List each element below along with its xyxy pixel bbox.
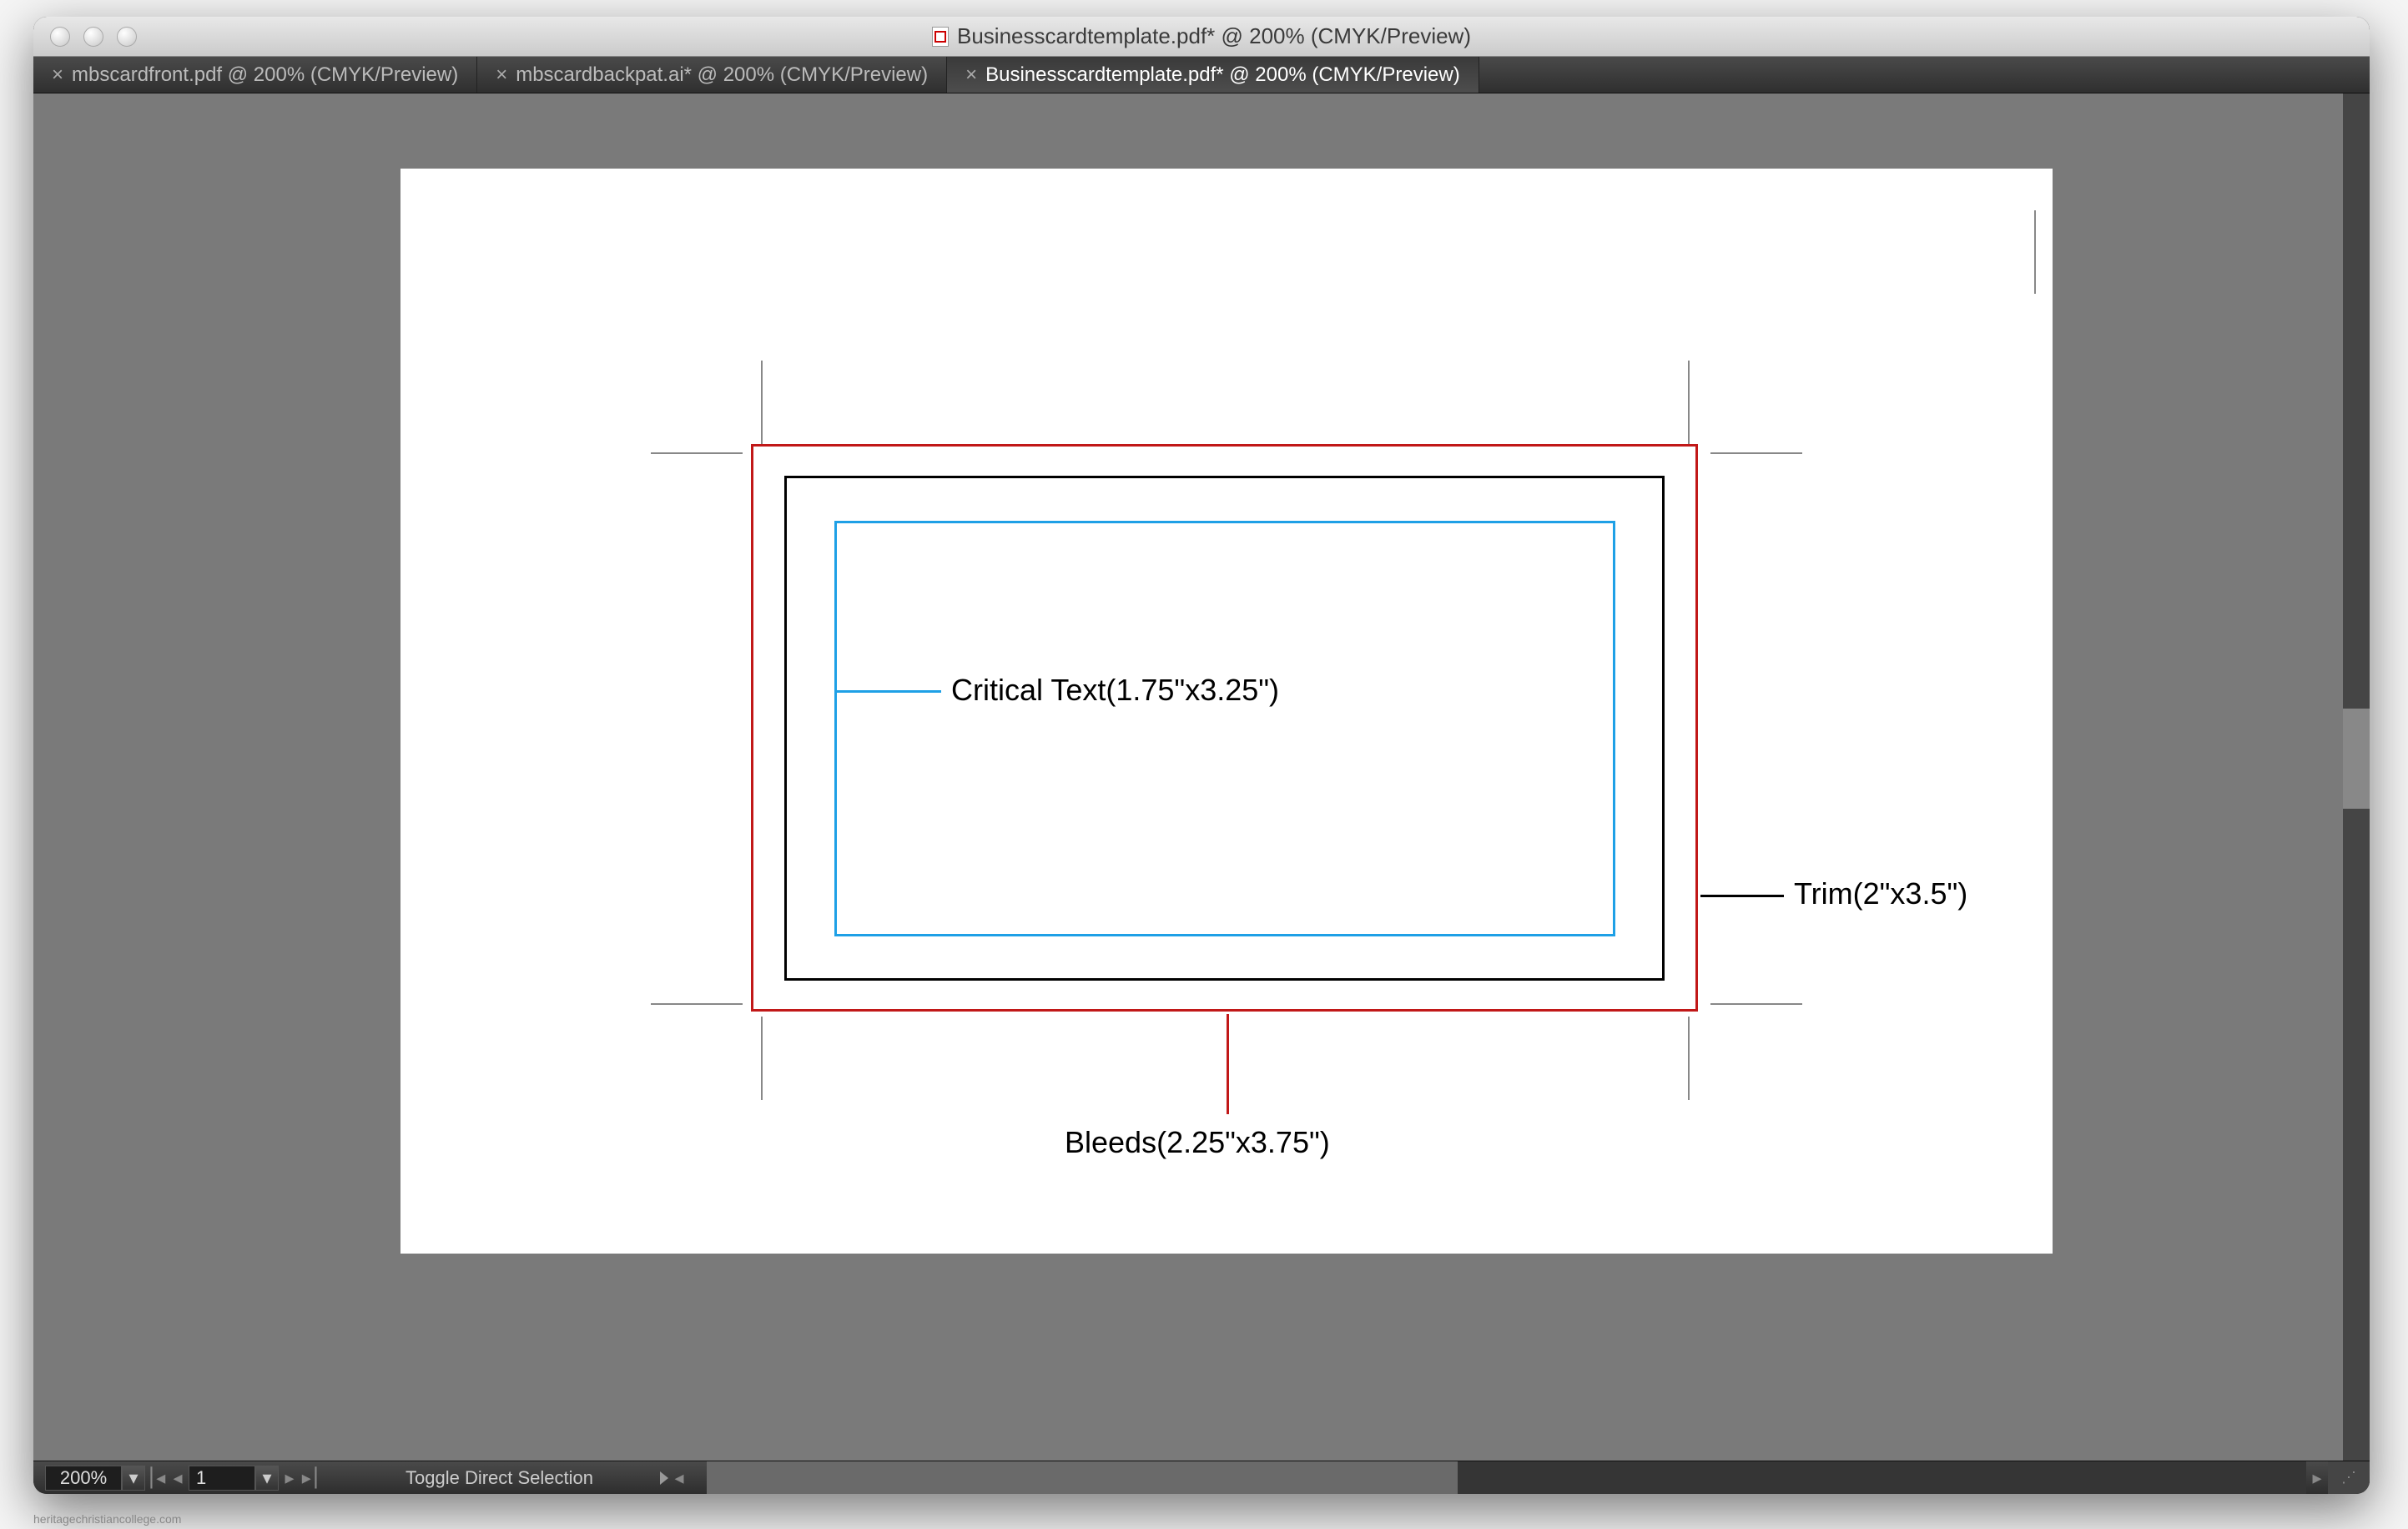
crop-mark xyxy=(651,452,743,454)
zoom-dropdown-button[interactable]: ▾ xyxy=(122,1466,145,1491)
crop-mark xyxy=(761,1017,763,1100)
tab-label: mbscardfront.pdf @ 200% (CMYK/Preview) xyxy=(72,63,458,87)
window-title-text: Businesscardtemplate.pdf* @ 200% (CMYK/P… xyxy=(957,23,1471,49)
chevron-down-icon: ▾ xyxy=(128,1467,138,1489)
watermark-text: heritagechristiancollege.com xyxy=(33,1512,181,1526)
crop-mark xyxy=(1688,1017,1690,1100)
callout-line xyxy=(1227,1014,1229,1114)
canvas-viewport[interactable]: Critical Text(1.75"x3.25") Trim(2"x3.5")… xyxy=(33,93,2370,1461)
page-number-field[interactable]: 1 xyxy=(189,1466,255,1491)
critical-text-box xyxy=(834,521,1615,936)
page-dropdown-button[interactable]: ▾ xyxy=(255,1466,279,1491)
app-window: Businesscardtemplate.pdf* @ 200% (CMYK/P… xyxy=(33,17,2370,1494)
crop-mark xyxy=(1710,452,1802,454)
horizontal-scroll-thumb[interactable] xyxy=(707,1461,1458,1494)
crop-mark xyxy=(761,361,763,444)
tab-label: mbscardbackpat.ai* @ 200% (CMYK/Preview) xyxy=(516,63,928,87)
close-icon[interactable]: × xyxy=(52,65,63,85)
pdf-icon xyxy=(932,27,949,47)
close-icon[interactable]: × xyxy=(496,65,507,85)
scroll-right-button[interactable]: ▸ xyxy=(2306,1466,2328,1491)
expand-panel-icon[interactable] xyxy=(660,1471,668,1485)
prev-page-button[interactable]: ◂ xyxy=(167,1466,189,1491)
bleed-label: Bleeds(2.25"x3.75") xyxy=(1065,1125,1330,1160)
zoom-window-button[interactable] xyxy=(117,27,137,47)
next-page-button[interactable]: ▸ xyxy=(279,1466,300,1491)
callout-line xyxy=(1700,895,1784,897)
first-page-button[interactable]: ⎮◂ xyxy=(145,1466,167,1491)
horizontal-scrollbar[interactable] xyxy=(707,1461,2306,1494)
vertical-scrollbar[interactable] xyxy=(2343,93,2370,1461)
artboard: Critical Text(1.75"x3.25") Trim(2"x3.5")… xyxy=(400,169,2053,1254)
document-tab[interactable]: × mbscardfront.pdf @ 200% (CMYK/Preview) xyxy=(33,57,477,93)
window-resize-grip[interactable]: ⋰ xyxy=(2328,1461,2370,1494)
chevron-down-icon: ▾ xyxy=(262,1467,271,1489)
titlebar: Businesscardtemplate.pdf* @ 200% (CMYK/P… xyxy=(33,17,2370,57)
tool-hint-text: Toggle Direct Selection xyxy=(406,1467,593,1489)
crop-mark xyxy=(651,1003,743,1005)
zoom-level-field[interactable]: 200% xyxy=(45,1466,122,1491)
close-window-button[interactable] xyxy=(50,27,70,47)
document-tabbar: × mbscardfront.pdf @ 200% (CMYK/Preview)… xyxy=(33,57,2370,93)
minimize-window-button[interactable] xyxy=(83,27,103,47)
trim-label: Trim(2"x3.5") xyxy=(1794,876,1967,911)
critical-text-label: Critical Text(1.75"x3.25") xyxy=(951,673,1279,708)
document-tab[interactable]: × mbscardbackpat.ai* @ 200% (CMYK/Previe… xyxy=(477,57,947,93)
vertical-scroll-thumb[interactable] xyxy=(2343,709,2370,809)
statusbar: 200% ▾ ⎮◂ ◂ 1 ▾ ▸ ▸⎮ Toggle Direct Selec… xyxy=(33,1461,2370,1494)
window-controls xyxy=(33,27,137,47)
last-page-button[interactable]: ▸⎮ xyxy=(300,1466,322,1491)
crop-mark xyxy=(1688,361,1690,444)
close-icon[interactable]: × xyxy=(965,65,977,85)
document-tab-active[interactable]: × Businesscardtemplate.pdf* @ 200% (CMYK… xyxy=(947,57,1479,93)
tab-label: Businesscardtemplate.pdf* @ 200% (CMYK/P… xyxy=(985,63,1460,87)
grip-icon: ⋰ xyxy=(2341,1469,2356,1486)
scroll-left-button[interactable]: ◂ xyxy=(668,1466,690,1491)
crop-mark xyxy=(1710,1003,1802,1005)
callout-line xyxy=(837,690,941,693)
window-title: Businesscardtemplate.pdf* @ 200% (CMYK/P… xyxy=(932,23,1471,49)
crop-mark xyxy=(2034,210,2036,294)
